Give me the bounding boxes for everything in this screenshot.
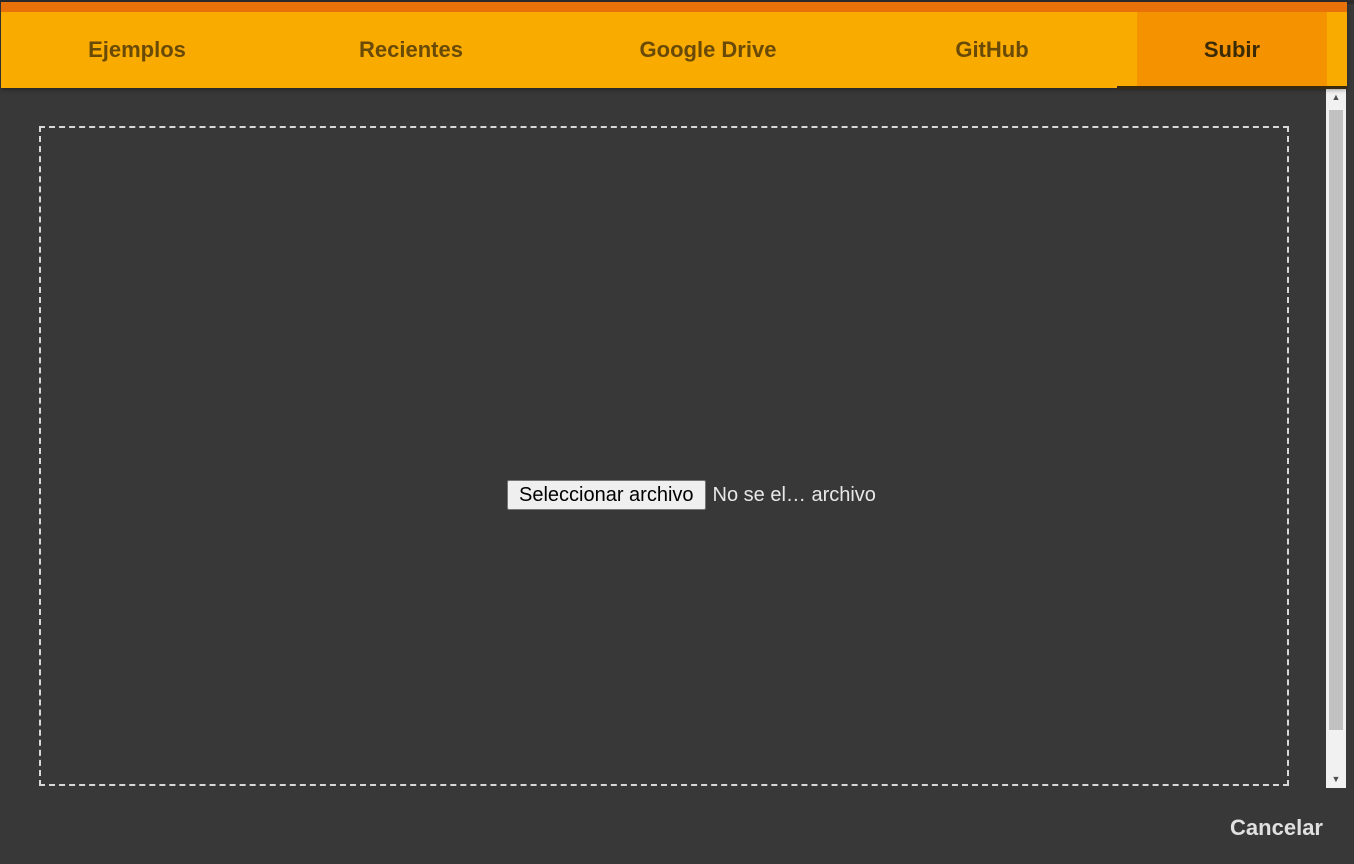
tab-google-drive[interactable]: Google Drive xyxy=(549,12,867,88)
tab-subir[interactable]: Subir xyxy=(1137,12,1327,88)
tab-github[interactable]: GitHub xyxy=(867,12,1117,88)
dialog-footer: Cancelar xyxy=(1,788,1347,864)
open-notebook-dialog: Ejemplos Recientes Google Drive GitHub S… xyxy=(1,2,1347,864)
triangle-down-icon[interactable]: ▼ xyxy=(1326,770,1346,788)
dialog-tab-bar: Ejemplos Recientes Google Drive GitHub S… xyxy=(1,2,1347,89)
triangle-up-icon[interactable]: ▲ xyxy=(1326,88,1346,106)
scrollbar-thumb[interactable] xyxy=(1329,110,1343,730)
tab-ejemplos[interactable]: Ejemplos xyxy=(1,12,273,88)
cancel-button[interactable]: Cancelar xyxy=(1230,815,1323,841)
upload-panel: Seleccionar archivo No se el… archivo xyxy=(1,88,1325,788)
file-input: Seleccionar archivo No se el… archivo xyxy=(507,479,876,511)
active-tab-indicator xyxy=(1117,86,1347,89)
file-status-text: No se el… archivo xyxy=(712,483,876,506)
tab-recientes[interactable]: Recientes xyxy=(273,12,549,88)
vertical-scrollbar[interactable]: ▲ ▼ xyxy=(1326,88,1346,788)
file-drop-zone[interactable]: Seleccionar archivo No se el… archivo xyxy=(39,126,1289,786)
page: Ejemplos Recientes Google Drive GitHub S… xyxy=(0,0,1354,864)
choose-file-button[interactable]: Seleccionar archivo xyxy=(507,480,706,510)
